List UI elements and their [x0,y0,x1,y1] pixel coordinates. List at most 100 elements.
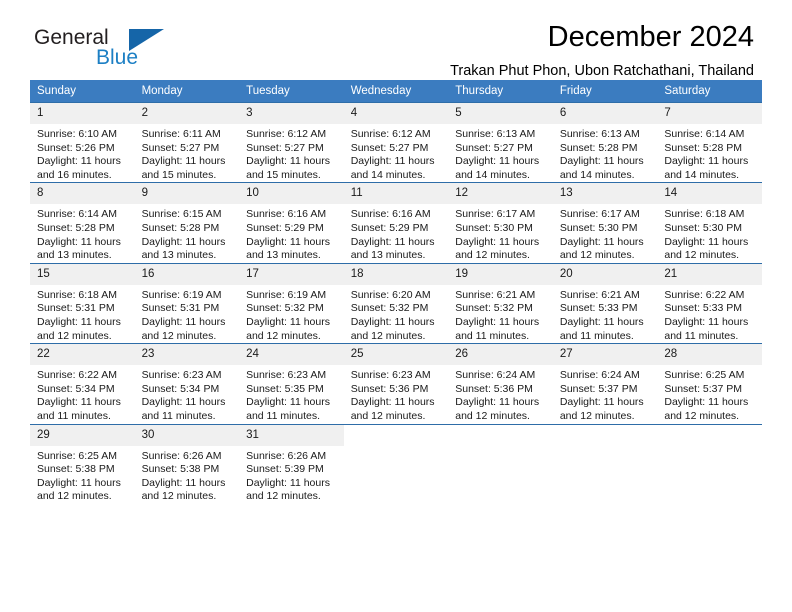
calendar-week-row: 22 Sunrise: 6:22 AM Sunset: 5:34 PM Dayligh… [30,343,762,424]
day-number: 9 [134,183,240,205]
calendar-day-cell-empty [343,423,449,504]
sunrise-text: Sunrise: 6:15 AM [141,208,222,221]
daylight-text: Daylight: 11 hours and 12 minutes. [246,476,330,503]
sunrise-text: Sunrise: 6:25 AM [664,369,745,382]
day-number: 1 [30,103,135,124]
calendar-day-cell[interactable]: 7 Sunrise: 6:14 AM Sunset: 5:28 PM Daylight… [657,101,762,183]
sunrise-text: Sunrise: 6:23 AM [350,369,431,382]
sunrise-text: Sunrise: 6:12 AM [350,128,431,140]
sunrise-text: Sunrise: 6:19 AM [246,288,327,301]
sunset-text: Sunset: 5:32 PM [350,302,429,315]
day-details: Sunrise: 6:20 AM Sunset: 5:32 PM Daylight:… [344,285,449,343]
day-number: 16 [134,263,240,285]
day-number: 6 [552,103,658,124]
sunrise-text: Sunrise: 6:23 AM [246,369,327,382]
daylight-text: Daylight: 11 hours and 11 minutes. [664,315,749,342]
calendar-day-cell[interactable]: 3 Sunrise: 6:12 AM Sunset: 5:27 PM Daylight… [239,101,344,183]
calendar-day-cell[interactable]: 24 Sunrise: 6:23 AM Sunset: 5:35 PM Dayligh… [239,343,344,424]
calendar-day-cell[interactable]: 1 Sunrise: 6:10 AM Sunset: 5:26 PM Daylight… [30,101,135,183]
daylight-text: Daylight: 11 hours and 12 minutes. [37,476,121,503]
daylight-text: Daylight: 11 hours and 13 minutes. [37,235,121,262]
day-details: Sunrise: 6:21 AM Sunset: 5:33 PM Daylight:… [553,285,658,343]
daylight-text: Daylight: 11 hours and 12 minutes. [664,396,749,422]
day-details: Sunrise: 6:14 AM Sunset: 5:28 PM Daylight:… [30,204,135,262]
sunrise-text: Sunrise: 6:22 AM [664,288,745,301]
day-details: Sunrise: 6:17 AM Sunset: 5:30 PM Daylight:… [553,204,658,262]
weekday-header-sunday: Sunday [30,80,135,103]
day-details: Sunrise: 6:11 AM Sunset: 5:27 PM Daylight:… [135,124,240,182]
general-blue-logo[interactable]: General Blue [34,26,224,74]
sunset-text: Sunset: 5:28 PM [559,141,638,154]
sunset-text: Sunset: 5:37 PM [664,382,743,395]
calendar-day-cell[interactable]: 16 Sunrise: 6:19 AM Sunset: 5:31 PM Dayligh… [134,262,240,344]
daylight-text: Daylight: 11 hours and 14 minutes. [664,155,749,181]
calendar-day-cell[interactable]: 5 Sunrise: 6:13 AM Sunset: 5:27 PM Daylight… [448,101,553,183]
sunrise-text: Sunrise: 6:18 AM [664,208,745,221]
sunrise-text: Sunrise: 6:17 AM [559,208,640,221]
sunset-text: Sunset: 5:38 PM [141,463,220,476]
day-details: Sunrise: 6:23 AM Sunset: 5:34 PM Daylight:… [135,365,240,423]
sunrise-text: Sunrise: 6:16 AM [350,208,431,221]
sunrise-text: Sunrise: 6:13 AM [559,128,640,140]
sunrise-text: Sunrise: 6:24 AM [559,369,640,382]
calendar-day-cell[interactable]: 21 Sunrise: 6:22 AM Sunset: 5:33 PM Dayligh… [657,262,762,344]
calendar-day-cell[interactable]: 20 Sunrise: 6:21 AM Sunset: 5:33 PM Dayligh… [552,262,658,344]
calendar-day-cell[interactable]: 15 Sunrise: 6:18 AM Sunset: 5:31 PM Dayligh… [30,262,135,344]
daylight-text: Daylight: 11 hours and 12 minutes. [350,396,435,422]
day-details: Sunrise: 6:25 AM Sunset: 5:38 PM Daylight:… [30,446,135,504]
calendar-day-cell[interactable]: 13 Sunrise: 6:17 AM Sunset: 5:30 PM Dayligh… [552,182,658,264]
sunrise-text: Sunrise: 6:24 AM [455,369,536,382]
sunrise-text: Sunrise: 6:21 AM [455,288,536,301]
sunset-text: Sunset: 5:32 PM [455,302,533,315]
sunset-text: Sunset: 5:37 PM [559,382,638,395]
calendar-day-cell[interactable]: 11 Sunrise: 6:16 AM Sunset: 5:29 PM Dayligh… [343,182,449,264]
calendar-day-cell[interactable]: 10 Sunrise: 6:16 AM Sunset: 5:29 PM Dayligh… [239,182,344,264]
calendar-day-cell[interactable]: 9 Sunrise: 6:15 AM Sunset: 5:28 PM Daylight… [134,182,240,264]
day-details: Sunrise: 6:12 AM Sunset: 5:27 PM Daylight:… [344,124,449,182]
day-details: Sunrise: 6:26 AM Sunset: 5:39 PM Daylight:… [239,446,344,504]
calendar-grid: Sunday Monday Tuesday Wednesday Thursday… [30,80,762,504]
calendar-day-cell[interactable]: 6 Sunrise: 6:13 AM Sunset: 5:28 PM Daylight… [552,101,658,183]
sunset-text: Sunset: 5:30 PM [559,221,638,234]
calendar-day-cell[interactable]: 31 Sunrise: 6:26 AM Sunset: 5:39 PM Dayligh… [239,423,344,504]
calendar-day-cell[interactable]: 17 Sunrise: 6:19 AM Sunset: 5:32 PM Dayligh… [239,262,344,344]
day-number: 4 [343,103,449,124]
calendar-day-cell[interactable]: 23 Sunrise: 6:23 AM Sunset: 5:34 PM Dayligh… [134,343,240,424]
day-number: 31 [239,424,344,446]
calendar-day-cell[interactable]: 28 Sunrise: 6:25 AM Sunset: 5:37 PM Dayligh… [657,343,762,424]
calendar-day-cell[interactable]: 25 Sunrise: 6:23 AM Sunset: 5:36 PM Dayligh… [343,343,449,424]
calendar-day-cell[interactable]: 14 Sunrise: 6:18 AM Sunset: 5:30 PM Dayligh… [657,182,762,264]
calendar-day-cell[interactable]: 8 Sunrise: 6:14 AM Sunset: 5:28 PM Daylight… [30,182,135,264]
calendar-day-cell[interactable]: 18 Sunrise: 6:20 AM Sunset: 5:32 PM Dayligh… [343,262,449,344]
calendar-day-cell[interactable]: 30 Sunrise: 6:26 AM Sunset: 5:38 PM Dayligh… [134,423,240,504]
calendar-day-cell[interactable]: 2 Sunrise: 6:11 AM Sunset: 5:27 PM Daylight… [134,101,240,183]
daylight-text: Daylight: 11 hours and 12 minutes. [141,476,226,503]
sunrise-text: Sunrise: 6:23 AM [141,369,222,382]
calendar-day-cell[interactable]: 29 Sunrise: 6:25 AM Sunset: 5:38 PM Dayligh… [30,423,135,504]
sunset-text: Sunset: 5:34 PM [141,382,220,395]
calendar-day-cell[interactable]: 27 Sunrise: 6:24 AM Sunset: 5:37 PM Dayligh… [552,343,658,424]
calendar-week-row: 8 Sunrise: 6:14 AM Sunset: 5:28 PM Daylight… [30,182,762,264]
day-details: Sunrise: 6:19 AM Sunset: 5:31 PM Daylight:… [135,285,240,343]
page-masthead: General Blue December 2024 Trakan Phut P… [30,0,762,79]
calendar-week-row: 29 Sunrise: 6:25 AM Sunset: 5:38 PM Dayligh… [30,423,762,504]
calendar-day-cell[interactable]: 22 Sunrise: 6:22 AM Sunset: 5:34 PM Dayligh… [30,343,135,424]
calendar-day-cell[interactable]: 12 Sunrise: 6:17 AM Sunset: 5:30 PM Dayligh… [448,182,553,264]
daylight-text: Daylight: 11 hours and 13 minutes. [141,235,226,262]
day-number: 27 [552,344,658,366]
daylight-text: Daylight: 11 hours and 12 minutes. [37,315,121,342]
day-number: 11 [343,183,449,205]
day-details: Sunrise: 6:19 AM Sunset: 5:32 PM Daylight:… [239,285,344,343]
daylight-text: Daylight: 11 hours and 11 minutes. [246,396,330,422]
daylight-text: Daylight: 11 hours and 14 minutes. [350,155,435,181]
day-number: 2 [134,103,240,124]
day-details: Sunrise: 6:15 AM Sunset: 5:28 PM Daylight:… [135,204,240,262]
sunset-text: Sunset: 5:26 PM [37,141,115,154]
daylight-text: Daylight: 11 hours and 12 minutes. [559,235,644,262]
calendar-day-cell[interactable]: 26 Sunrise: 6:24 AM Sunset: 5:36 PM Dayligh… [448,343,553,424]
calendar-day-cell[interactable]: 4 Sunrise: 6:12 AM Sunset: 5:27 PM Daylight… [343,101,449,183]
calendar-day-cell[interactable]: 19 Sunrise: 6:21 AM Sunset: 5:32 PM Dayligh… [448,262,553,344]
day-number: 12 [448,183,553,205]
day-number: 8 [30,183,135,205]
sunset-text: Sunset: 5:27 PM [350,141,429,154]
